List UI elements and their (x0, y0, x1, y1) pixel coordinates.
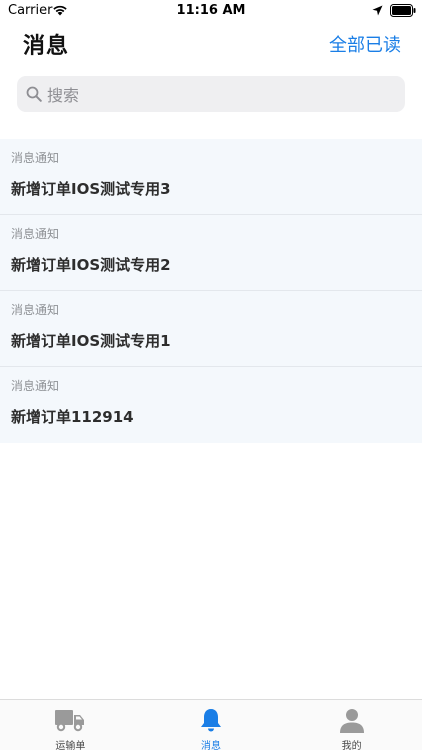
message-item[interactable]: 消息通知 新增订单112914 (0, 367, 422, 443)
battery-icon (390, 4, 416, 17)
search-icon (26, 86, 42, 102)
message-category: 消息通知 (11, 379, 60, 393)
search-placeholder: 搜索 (47, 86, 80, 105)
tab-waybill[interactable]: 运输单 (0, 700, 141, 750)
status-time: 11:16 AM (176, 3, 246, 18)
message-category: 消息通知 (11, 151, 60, 165)
tab-messages-label: 消息 (201, 741, 221, 750)
message-list: 消息通知 新增订单IOS测试专用3 消息通知 新增订单IOS测试专用2 消息通知… (0, 139, 422, 443)
tab-messages[interactable]: 消息 (141, 700, 282, 750)
message-title: 新增订单IOS测试专用3 (11, 180, 171, 198)
message-category: 消息通知 (11, 303, 60, 317)
truck-icon (55, 710, 85, 732)
message-category: 消息通知 (11, 227, 60, 241)
message-item[interactable]: 消息通知 新增订单IOS测试专用2 (0, 215, 422, 291)
message-item[interactable]: 消息通知 新增订单IOS测试专用1 (0, 291, 422, 367)
search-input[interactable]: 搜索 (17, 76, 405, 112)
tab-waybill-label: 运输单 (55, 741, 86, 750)
page-title: 消息 (23, 34, 70, 59)
message-title: 新增订单112914 (11, 408, 134, 426)
tab-mine[interactable]: 我的 (281, 700, 422, 750)
person-icon (339, 709, 364, 733)
message-title: 新增订单IOS测试专用1 (11, 332, 171, 350)
bell-icon (201, 709, 221, 732)
location-arrow-icon (372, 5, 383, 16)
tab-bar: 运输单 消息 我的 (0, 699, 422, 750)
message-title: 新增订单IOS测试专用2 (11, 256, 171, 274)
message-item[interactable]: 消息通知 新增订单IOS测试专用3 (0, 139, 422, 215)
mark-all-read-button[interactable]: 全部已读 (329, 31, 401, 57)
tab-mine-label: 我的 (341, 741, 362, 750)
status-bar: Carrier 11:16 AM (0, 0, 422, 22)
